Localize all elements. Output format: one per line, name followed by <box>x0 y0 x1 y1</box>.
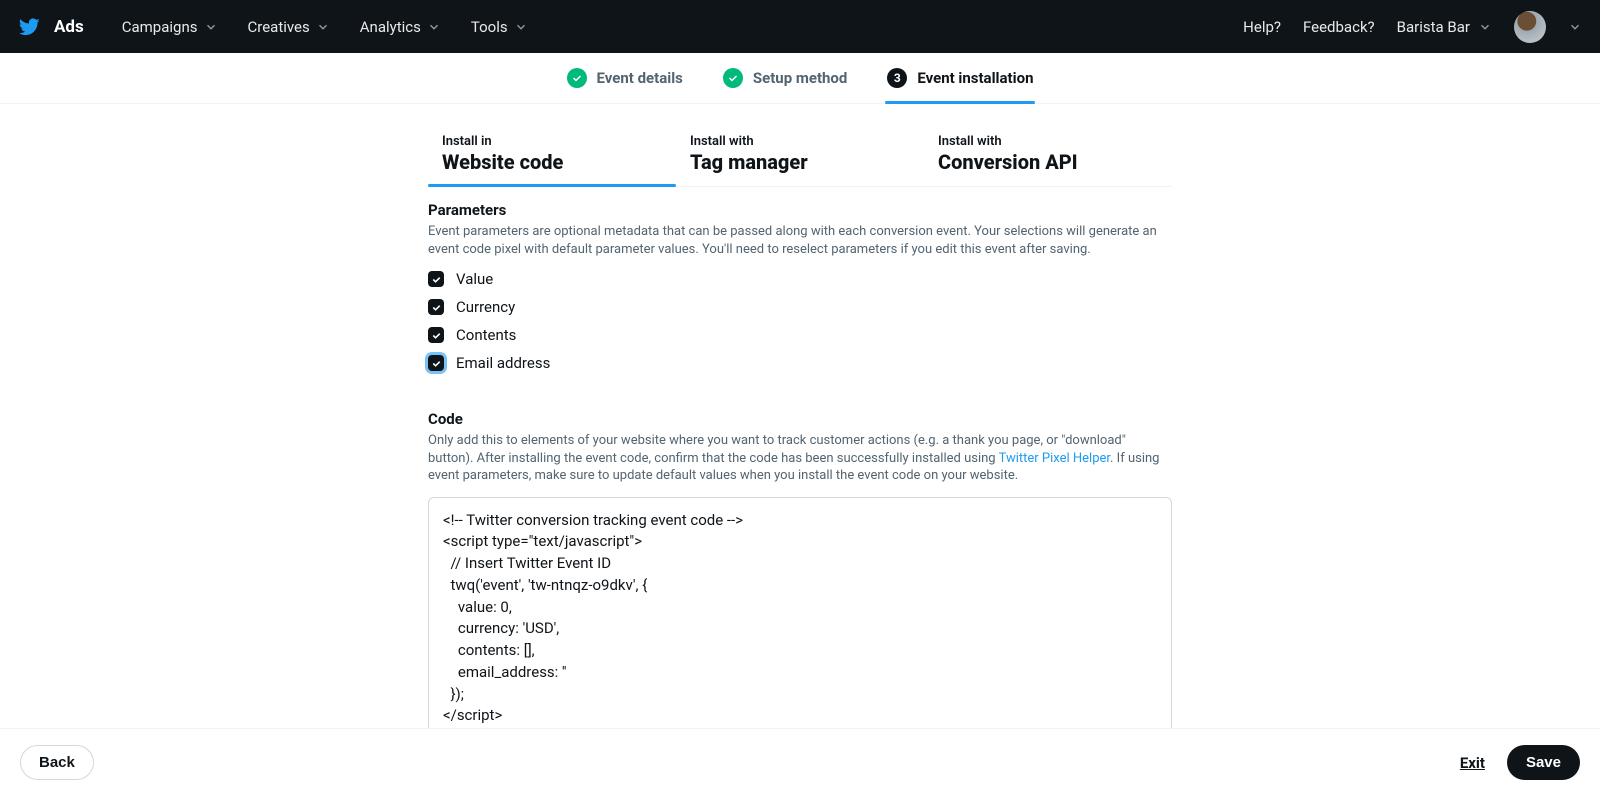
param-value[interactable]: Value <box>428 270 1172 288</box>
parameter-list: Value Currency Contents Email address <box>428 270 1172 372</box>
chevron-down-icon <box>316 20 330 34</box>
param-label: Contents <box>456 326 516 344</box>
tab-website-code[interactable]: Install in Website code <box>428 126 676 186</box>
tab-title: Tag manager <box>690 150 910 174</box>
nav-label: Tools <box>471 18 508 36</box>
parameters-section: Parameters Event parameters are optional… <box>428 187 1172 372</box>
topbar-left: Ads Campaigns Creatives Analytics Tools <box>18 10 538 44</box>
step-event-installation[interactable]: 3 Event installation <box>885 53 1035 103</box>
tab-tag-manager[interactable]: Install with Tag manager <box>676 126 924 186</box>
code-desc: Only add this to elements of your websit… <box>428 432 1172 485</box>
tab-conversion-api[interactable]: Install with Conversion API <box>924 126 1172 186</box>
nav-analytics[interactable]: Analytics <box>350 10 451 44</box>
save-button[interactable]: Save <box>1507 745 1580 780</box>
param-currency[interactable]: Currency <box>428 298 1172 316</box>
code-snippet-box[interactable]: <!-- Twitter conversion tracking event c… <box>428 497 1172 762</box>
param-label: Email address <box>456 354 550 372</box>
chevron-down-icon[interactable] <box>1568 20 1582 34</box>
feedback-link[interactable]: Feedback? <box>1303 14 1375 40</box>
tab-eyebrow: Install with <box>938 134 1158 149</box>
step-setup-method[interactable]: Setup method <box>721 53 849 103</box>
chevron-down-icon <box>204 20 218 34</box>
step-number-badge: 3 <box>887 68 907 88</box>
step-label: Event installation <box>917 69 1033 87</box>
nav-campaigns[interactable]: Campaigns <box>112 10 228 44</box>
nav-label: Analytics <box>360 18 421 36</box>
avatar[interactable] <box>1514 11 1546 43</box>
check-circle-icon <box>723 68 743 88</box>
param-email-address[interactable]: Email address <box>428 354 1172 372</box>
back-button[interactable]: Back <box>20 745 94 780</box>
step-label: Setup method <box>753 69 847 87</box>
chevron-down-icon <box>514 20 528 34</box>
param-label: Value <box>456 270 493 288</box>
topbar: Ads Campaigns Creatives Analytics Tools … <box>0 0 1600 53</box>
twitter-logo-icon <box>18 16 40 38</box>
pixel-helper-link[interactable]: Twitter Pixel Helper <box>999 451 1110 466</box>
nav-label: Campaigns <box>122 18 198 36</box>
checkbox-icon[interactable] <box>428 327 444 343</box>
tab-eyebrow: Install in <box>442 134 662 149</box>
checkbox-icon[interactable] <box>428 299 444 315</box>
install-tabs: Install in Website code Install with Tag… <box>428 126 1172 187</box>
brand-label: Ads <box>54 17 84 37</box>
check-circle-icon <box>567 68 587 88</box>
nav-label: Creatives <box>248 18 310 36</box>
param-contents[interactable]: Contents <box>428 326 1172 344</box>
chevron-down-icon <box>1478 20 1492 34</box>
nav-tools[interactable]: Tools <box>461 10 538 44</box>
stepper: Event details Setup method 3 Event insta… <box>0 53 1600 104</box>
tab-title: Conversion API <box>938 150 1158 174</box>
exit-link[interactable]: Exit <box>1460 754 1485 772</box>
nav-creatives[interactable]: Creatives <box>238 10 340 44</box>
tab-eyebrow: Install with <box>690 134 910 149</box>
footer-right: Exit Save <box>1460 745 1580 780</box>
code-title: Code <box>428 410 1172 428</box>
step-label: Event details <box>597 69 683 87</box>
chevron-down-icon <box>427 20 441 34</box>
checkbox-icon[interactable] <box>428 271 444 287</box>
account-name: Barista Bar <box>1397 18 1470 36</box>
topbar-right: Help? Feedback? Barista Bar <box>1243 11 1582 43</box>
parameters-title: Parameters <box>428 201 1172 219</box>
help-link[interactable]: Help? <box>1243 14 1281 40</box>
footer: Back Exit Save <box>0 728 1600 796</box>
account-switcher[interactable]: Barista Bar <box>1397 14 1492 40</box>
parameters-desc: Event parameters are optional metadata t… <box>428 223 1172 258</box>
main-content: Install in Website code Install with Tag… <box>428 104 1172 794</box>
tab-title: Website code <box>442 150 662 174</box>
param-label: Currency <box>456 298 515 316</box>
step-event-details[interactable]: Event details <box>565 53 685 103</box>
checkbox-icon[interactable] <box>428 355 444 371</box>
